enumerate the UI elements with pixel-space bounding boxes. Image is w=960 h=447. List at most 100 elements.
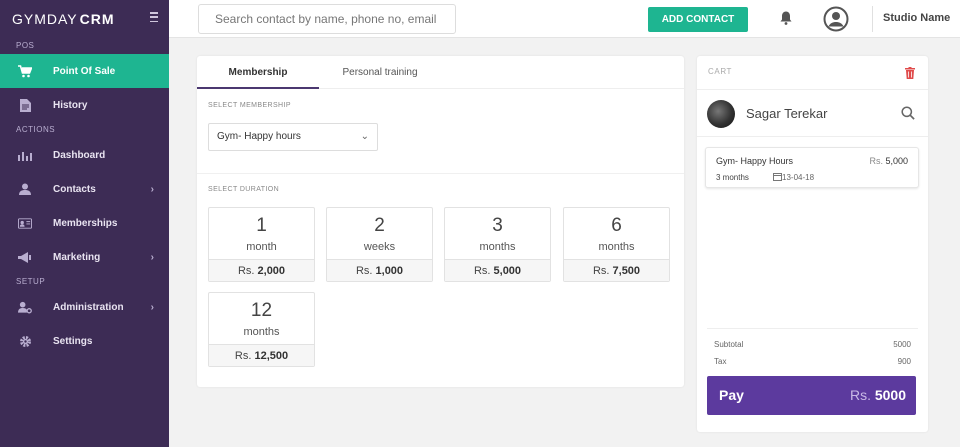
section-label-pos: POS	[16, 41, 35, 50]
studio-name[interactable]: Studio Name	[883, 12, 950, 24]
duration-unit: months	[479, 241, 516, 253]
search-input[interactable]	[198, 4, 456, 34]
chevron-right-icon: ›	[150, 302, 154, 313]
duration-option-6-months[interactable]: 6 months Rs. 7,500	[563, 207, 670, 282]
id-card-icon	[18, 216, 32, 230]
pay-amount-value: 5000	[874, 387, 906, 403]
divider	[707, 328, 918, 329]
cart-item-price: Rs. 5,000	[869, 156, 908, 166]
duration-unit: month	[246, 241, 277, 253]
divider	[197, 173, 684, 174]
duration-number: 2	[374, 215, 385, 236]
pay-label: Pay	[719, 387, 744, 403]
add-contact-button[interactable]: ADD CONTACT	[648, 7, 748, 32]
membership-panel: Membership Personal training SELECT MEMB…	[197, 56, 684, 387]
tax-label: Tax	[714, 357, 727, 366]
duration-unit: months	[243, 326, 280, 338]
top-bar: ADD CONTACT Studio Name	[169, 0, 960, 38]
brand-name-light: GYMDAY	[12, 11, 78, 27]
cart-customer: Sagar Terekar	[697, 89, 928, 137]
price-value: 12,500	[254, 350, 289, 362]
brand-name-bold: CRM	[79, 11, 115, 27]
cart-icon	[18, 64, 32, 78]
cart-item-date-value: 13-04-18	[782, 173, 815, 182]
user-avatar-icon[interactable]	[823, 6, 849, 37]
duration-option-12-months[interactable]: 12 months Rs. 12,500	[208, 292, 315, 367]
cart-title: CART	[708, 67, 733, 76]
duration-number: 6	[611, 215, 622, 236]
divider	[872, 6, 873, 32]
bar-chart-icon	[18, 148, 32, 162]
pay-button[interactable]: Pay Rs. 5000	[707, 376, 916, 415]
currency-label: Rs.	[237, 265, 255, 277]
sidebar-item-label: Settings	[53, 335, 93, 347]
section-label-actions: ACTIONS	[16, 125, 56, 134]
membership-select[interactable]: Gym- Happy hours ⌄	[208, 123, 378, 151]
duration-number: 12	[250, 300, 273, 321]
customer-name: Sagar Terekar	[746, 106, 828, 121]
sidebar-item-marketing[interactable]: Marketing ›	[0, 240, 169, 274]
sidebar-item-contacts[interactable]: Contacts ›	[0, 172, 169, 206]
price-value: 1,000	[375, 265, 404, 277]
tab-personal-training[interactable]: Personal training	[319, 56, 441, 89]
duration-price: Rs. 1,000	[327, 259, 432, 281]
sidebar-item-point-of-sale[interactable]: Point Of Sale	[0, 54, 169, 88]
duration-number: 1	[256, 215, 267, 236]
currency-label: Rs.	[869, 156, 883, 166]
duration-price: Rs. 2,000	[209, 259, 314, 281]
calendar-icon	[773, 172, 782, 183]
search-icon[interactable]	[901, 106, 915, 125]
person-icon	[18, 182, 32, 196]
membership-select-value: Gym- Happy hours	[217, 131, 301, 142]
sidebar-item-memberships[interactable]: Memberships	[0, 206, 169, 240]
cart-panel: CART Sagar Terekar Gym- Happy Hours Rs. …	[697, 56, 928, 432]
sidebar-item-history[interactable]: History	[0, 88, 169, 122]
sidebar-item-label: Point Of Sale	[53, 65, 116, 77]
currency-label: Rs.	[473, 265, 491, 277]
cart-item-date: 13-04-18	[773, 172, 814, 183]
price-value: 2,000	[257, 265, 286, 277]
user-cog-icon	[18, 300, 32, 314]
duration-number: 3	[492, 215, 503, 236]
document-icon	[18, 98, 32, 112]
sidebar-item-label: Memberships	[53, 217, 118, 229]
duration-option-3-months[interactable]: 3 months Rs. 5,000	[444, 207, 551, 282]
hamburger-menu-icon[interactable]	[150, 12, 158, 22]
brand-logo[interactable]: GYMDAY CRM	[0, 0, 169, 38]
duration-price: Rs. 7,500	[564, 259, 669, 281]
sidebar-item-administration[interactable]: Administration ›	[0, 290, 169, 324]
subtotal-label: Subtotal	[714, 340, 744, 349]
sidebar-item-dashboard[interactable]: Dashboard	[0, 138, 169, 172]
duration-option-2-weeks[interactable]: 2 weeks Rs. 1,000	[326, 207, 433, 282]
cart-item[interactable]: Gym- Happy Hours Rs. 5,000 3 months 13-0…	[705, 147, 919, 188]
cart-item-name: Gym- Happy Hours	[716, 156, 794, 166]
sidebar-item-label: Dashboard	[53, 149, 106, 161]
subtotal-row: Subtotal 5000	[714, 340, 911, 349]
cart-item-duration: 3 months	[716, 173, 749, 182]
sidebar: GYMDAY CRM POS Point Of Sale History ACTI…	[0, 0, 169, 447]
select-membership-label: SELECT MEMBERSHIP	[208, 102, 291, 109]
sidebar-item-label: Contacts	[53, 183, 96, 195]
trash-icon[interactable]	[905, 66, 915, 84]
customer-avatar	[707, 100, 735, 128]
currency-label: Rs.	[234, 350, 252, 362]
chevron-right-icon: ›	[150, 184, 154, 195]
pay-amount: Rs. 5000	[850, 387, 906, 403]
tab-membership[interactable]: Membership	[197, 56, 319, 89]
tax-value: 900	[897, 357, 911, 366]
chevron-right-icon: ›	[150, 252, 154, 263]
price-value: 7,500	[612, 265, 641, 277]
select-duration-label: SELECT DURATION	[208, 186, 280, 193]
sidebar-item-label: History	[53, 99, 88, 111]
duration-option-1-month[interactable]: 1 month Rs. 2,000	[208, 207, 315, 282]
duration-unit: months	[598, 241, 635, 253]
section-label-setup: SETUP	[16, 277, 46, 286]
megaphone-icon	[18, 250, 32, 264]
sidebar-item-settings[interactable]: Settings	[0, 324, 169, 358]
chevron-down-icon: ⌄	[360, 131, 369, 142]
sidebar-item-label: Administration	[53, 301, 124, 313]
bell-icon[interactable]	[780, 11, 792, 30]
subtotal-value: 5000	[893, 340, 911, 349]
sidebar-item-label: Marketing	[53, 251, 101, 263]
tax-row: Tax 900	[714, 357, 911, 366]
